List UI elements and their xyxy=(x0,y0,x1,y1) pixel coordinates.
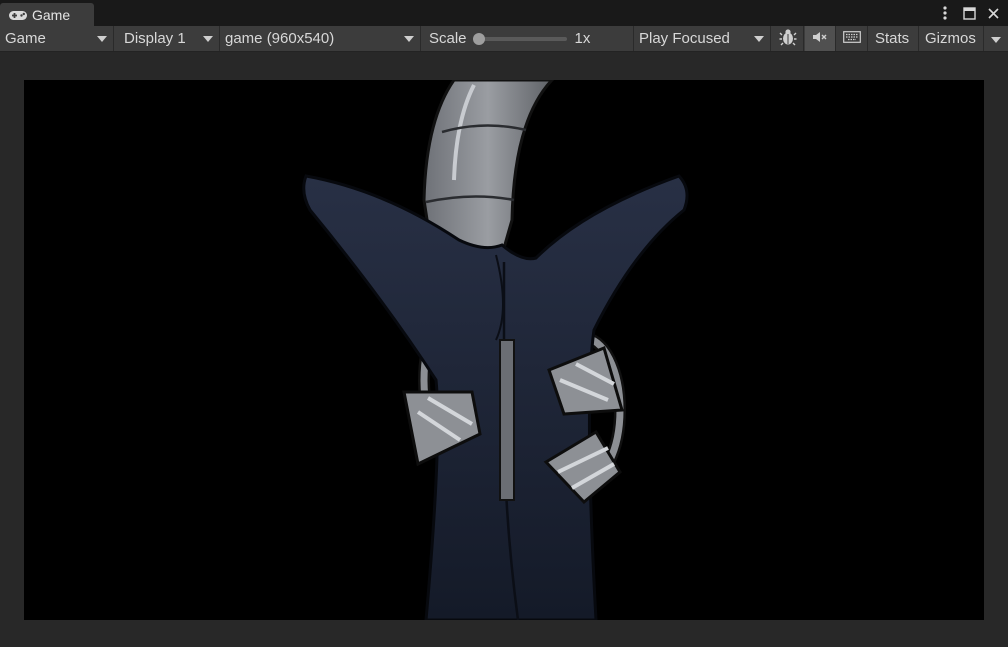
resolution-select[interactable]: game (960x540) xyxy=(220,26,421,51)
gizmos-dropdown-button[interactable] xyxy=(984,26,1008,51)
gizmos-button[interactable]: Gizmos xyxy=(919,26,984,51)
display-select-label: Display 1 xyxy=(124,30,186,47)
chevron-down-icon xyxy=(991,30,1001,47)
play-mode-select[interactable]: Play Focused xyxy=(634,26,771,51)
chevron-down-icon xyxy=(754,36,764,42)
view-select[interactable]: Game xyxy=(0,26,114,51)
stats-button[interactable]: Stats xyxy=(869,26,919,51)
tab-game[interactable]: Game xyxy=(0,3,94,26)
stats-label: Stats xyxy=(875,30,910,47)
scale-slider[interactable] xyxy=(472,32,567,45)
bug-icon xyxy=(779,28,797,50)
game-window: Game Game Display 1 game (960x540) Scale… xyxy=(0,0,1008,647)
tab-actions xyxy=(938,4,1000,22)
chevron-down-icon xyxy=(97,36,107,42)
gamepad-icon xyxy=(8,9,28,21)
keyboard-shortcuts-icon xyxy=(842,30,861,47)
mute-audio-button[interactable] xyxy=(805,26,836,51)
scale-slider-handle[interactable] xyxy=(472,32,485,45)
game-viewport[interactable] xyxy=(24,80,984,620)
scale-value: 1x xyxy=(574,30,591,47)
tab-strip: Game xyxy=(0,0,1008,26)
resolution-select-label: game (960x540) xyxy=(225,30,335,47)
tab-title: Game xyxy=(32,6,71,23)
mute-audio-icon xyxy=(812,30,828,48)
gizmos-label: Gizmos xyxy=(925,30,976,47)
display-select[interactable]: Display 1 xyxy=(119,26,220,51)
game-toolbar: Game Display 1 game (960x540) Scale 1x P… xyxy=(0,26,1008,52)
view-select-label: Game xyxy=(5,30,46,47)
chevron-down-icon xyxy=(404,36,414,42)
frame-debugger-button[interactable] xyxy=(772,26,804,51)
play-mode-select-label: Play Focused xyxy=(639,30,730,47)
chevron-down-icon xyxy=(203,36,213,42)
kebab-menu-icon[interactable] xyxy=(938,6,952,20)
close-icon[interactable] xyxy=(986,6,1000,20)
scale-label: Scale xyxy=(429,30,467,47)
maximize-icon[interactable] xyxy=(962,6,976,20)
scale-control: Scale 1x xyxy=(421,26,634,51)
game-scene xyxy=(302,80,689,620)
keyboard-shortcuts-button[interactable] xyxy=(836,26,868,51)
